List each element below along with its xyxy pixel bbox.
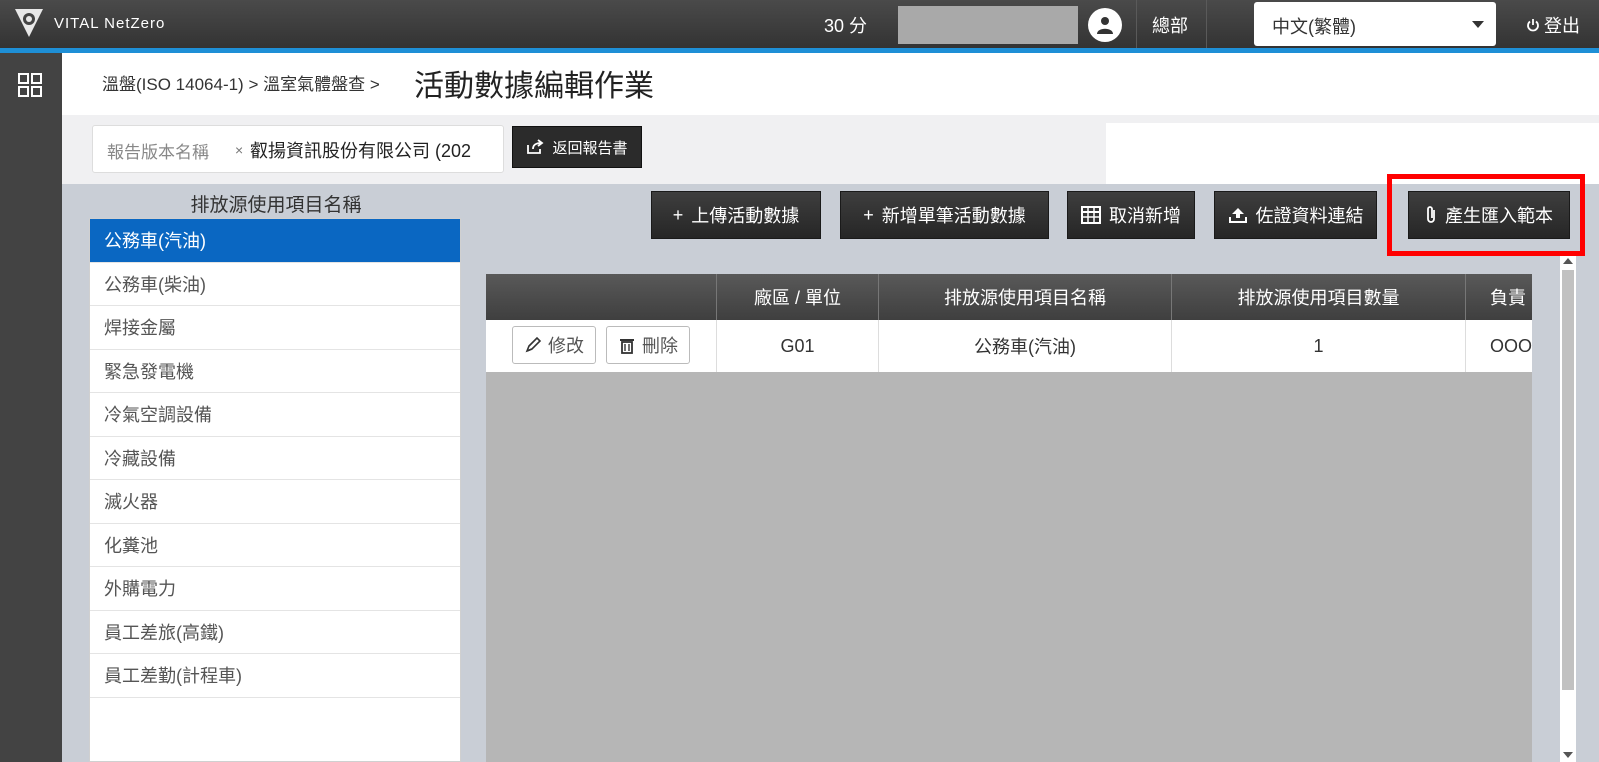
cell-item: 公務車(汽油) — [878, 320, 1171, 372]
power-icon — [1527, 19, 1539, 32]
upload-icon — [1228, 208, 1247, 223]
return-report-button[interactable]: 返回報告書 — [512, 126, 642, 168]
edit-label: 修改 — [548, 336, 584, 356]
upload-label: 上傳活動數據 — [691, 206, 800, 226]
share-icon — [527, 139, 544, 154]
org-label[interactable]: 總部 — [1152, 12, 1188, 38]
report-version-select[interactable]: 報告版本名稱 × 叡揚資訊股份有限公司 (202 — [92, 125, 504, 173]
source-list-title: 排放源使用項目名稱 — [190, 195, 362, 216]
evidence-link-button[interactable]: 佐證資料連結 — [1214, 191, 1377, 239]
caret-down-icon — [1472, 21, 1484, 28]
cell-quantity: 1 — [1171, 320, 1465, 372]
table-row: 修改 刪除 G01 公務車(汽油) 1 OOO — [486, 320, 1532, 372]
scroll-thumb[interactable] — [1562, 270, 1574, 690]
column-header-item[interactable]: 排放源使用項目名稱 — [878, 274, 1171, 320]
source-list-item[interactable]: 公務車(柴油) — [90, 263, 460, 306]
source-list-item[interactable]: 焊接金屬 — [90, 306, 460, 350]
points-display: 30 分 — [824, 16, 868, 36]
language-select[interactable]: 中文(繁體) — [1254, 2, 1496, 46]
cancel-add-label: 取消新增 — [1109, 206, 1181, 226]
table-icon — [1081, 206, 1101, 224]
column-header-owner[interactable]: 負責 — [1465, 274, 1532, 320]
column-header-quantity[interactable]: 排放源使用項目數量 — [1171, 274, 1465, 320]
logo-icon — [15, 9, 43, 37]
user-name-box — [898, 6, 1078, 44]
breadcrumb[interactable]: 溫盤(ISO 14064-1) > 溫室氣體盤查 > — [102, 70, 380, 95]
report-version-value: 叡揚資訊股份有限公司 (202 — [250, 141, 472, 161]
source-list-item[interactable]: 冷藏設備 — [90, 437, 460, 480]
trash-icon — [620, 339, 634, 354]
source-list-item[interactable]: 公務車(汽油) — [90, 219, 460, 263]
add-single-activity-button[interactable]: + 新增單筆活動數據 — [840, 191, 1049, 239]
delete-label: 刪除 — [642, 336, 678, 356]
clear-icon[interactable]: × — [235, 142, 243, 158]
plus-icon: + — [863, 204, 874, 225]
source-list-item[interactable]: 員工差勤(計程車) — [90, 654, 460, 698]
add-single-label: 新增單筆活動數據 — [881, 206, 1026, 226]
source-list-item[interactable]: 冷氣空調設備 — [90, 393, 460, 437]
edit-button[interactable]: 修改 — [512, 326, 596, 364]
scroll-down-icon[interactable] — [1563, 752, 1573, 758]
top-bar: VITAL NetZero 30 分 總部 中文(繁體) 登出 — [0, 0, 1599, 48]
page-title: 活動數據編輯作業 — [414, 70, 654, 103]
highlight-box — [1387, 174, 1585, 256]
return-report-label: 返回報告書 — [552, 139, 628, 157]
upload-activity-data-button[interactable]: + 上傳活動數據 — [651, 191, 821, 239]
plus-icon: + — [672, 204, 684, 225]
evidence-link-label: 佐證資料連結 — [1255, 206, 1364, 226]
left-rail — [0, 53, 62, 762]
cell-site: G01 — [716, 320, 878, 372]
source-list-item[interactable]: 員工差旅(高鐵) — [90, 611, 460, 654]
page-header: 溫盤(ISO 14064-1) > 溫室氣體盤查 > 活動數據編輯作業 — [62, 53, 1599, 115]
cell-owner: OOO — [1465, 320, 1532, 372]
user-icon — [1097, 17, 1113, 34]
vertical-scrollbar[interactable] — [1560, 256, 1576, 762]
source-list-item[interactable]: 化糞池 — [90, 524, 460, 567]
column-header-site[interactable]: 廠區 / 單位 — [716, 274, 878, 320]
source-list-item[interactable]: 滅火器 — [90, 480, 460, 524]
logout-label: 登出 — [1544, 16, 1580, 36]
scroll-up-icon[interactable] — [1563, 258, 1573, 264]
table-header: 廠區 / 單位 排放源使用項目名稱 排放源使用項目數量 負責 — [486, 274, 1532, 320]
language-value: 中文(繁體) — [1272, 17, 1356, 37]
logout-button[interactable]: 登出 — [1526, 12, 1580, 38]
source-list-item[interactable]: 外購電力 — [90, 567, 460, 611]
pencil-icon — [525, 336, 542, 353]
divider — [1206, 0, 1207, 48]
app-name: VITAL NetZero — [54, 14, 166, 32]
delete-button[interactable]: 刪除 — [606, 326, 690, 364]
column-header-actions — [486, 274, 716, 320]
source-list-item[interactable]: 緊急發電機 — [90, 350, 460, 393]
cancel-add-button[interactable]: 取消新增 — [1067, 191, 1195, 239]
source-list: 公務車(汽油) 公務車(柴油) 焊接金屬 緊急發電機 冷氣空調設備 冷藏設備 滅… — [89, 218, 461, 762]
avatar[interactable] — [1088, 8, 1122, 42]
apps-grid-icon[interactable] — [18, 73, 42, 97]
divider — [1136, 0, 1137, 48]
app-logo[interactable]: VITAL NetZero — [12, 6, 165, 40]
report-version-label: 報告版本名稱 — [107, 143, 209, 162]
